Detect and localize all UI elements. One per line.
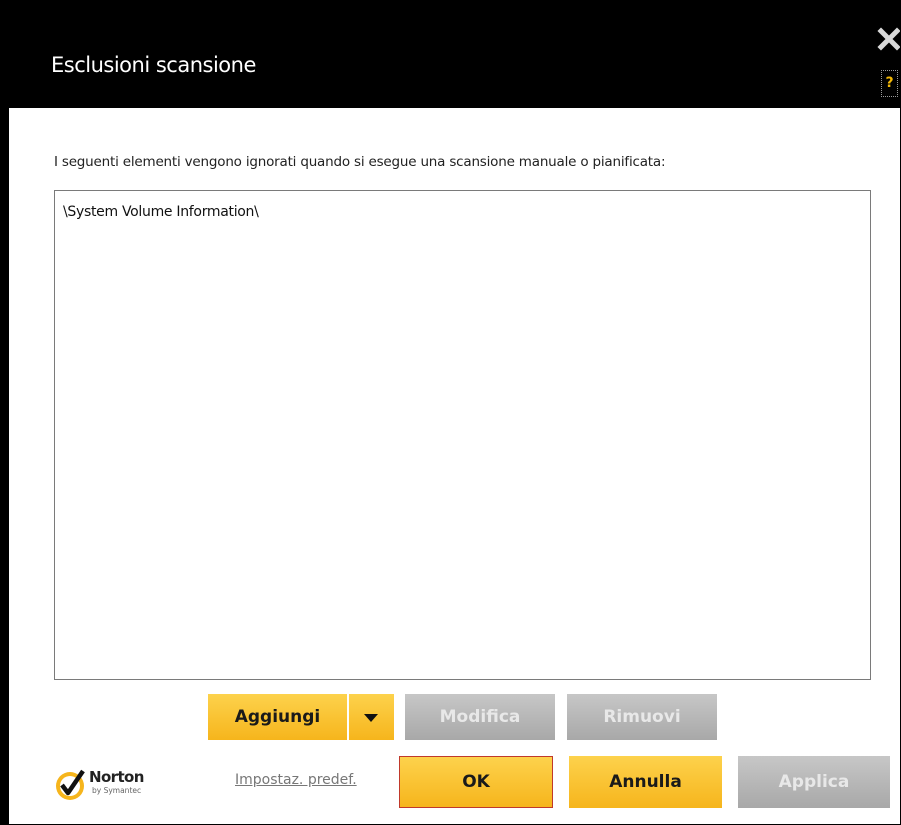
triangle-down-icon bbox=[364, 714, 378, 722]
description-text: I seguenti elementi vengono ignorati qua… bbox=[54, 154, 666, 170]
add-dropdown-button[interactable] bbox=[349, 694, 394, 740]
dialog-title: Esclusioni scansione bbox=[51, 53, 256, 77]
apply-button[interactable]: Applica bbox=[738, 756, 890, 808]
modify-button[interactable]: Modifica bbox=[405, 694, 555, 740]
add-button[interactable]: Aggiungi bbox=[208, 694, 347, 740]
list-item[interactable]: \System Volume Information\ bbox=[55, 191, 870, 220]
cancel-button[interactable]: Annulla bbox=[569, 756, 722, 808]
default-settings-link[interactable]: Impostaz. predef. bbox=[235, 772, 357, 788]
logo-subtitle: by Symantec bbox=[92, 786, 142, 795]
dialog-window: Esclusioni scansione ? I seguenti elemen… bbox=[0, 0, 901, 825]
ok-button[interactable]: OK bbox=[399, 756, 553, 808]
norton-checkmark-icon bbox=[56, 769, 85, 800]
close-icon[interactable] bbox=[877, 27, 901, 51]
help-icon[interactable]: ? bbox=[881, 70, 898, 97]
logo-name: Norton bbox=[89, 768, 144, 786]
norton-logo: Norton by Symantec bbox=[53, 764, 163, 804]
title-bar: Esclusioni scansione ? bbox=[1, 1, 900, 108]
left-border bbox=[1, 108, 9, 824]
exclusions-list[interactable]: \System Volume Information\ bbox=[54, 190, 871, 680]
remove-button[interactable]: Rimuovi bbox=[567, 694, 717, 740]
